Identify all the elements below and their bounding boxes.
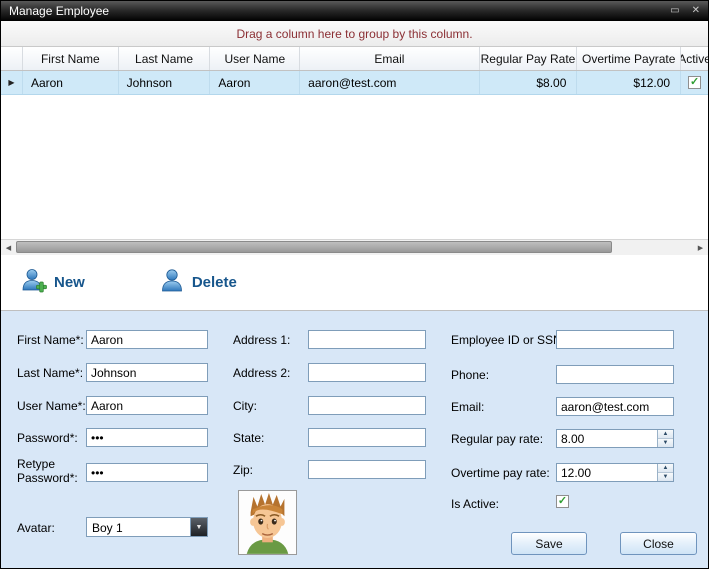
grid-empty-area <box>1 95 708 239</box>
employee-form: First Name*: Last Name*: User Name*: Pas… <box>1 311 708 568</box>
group-by-panel[interactable]: Drag a column here to group by this colu… <box>1 21 708 47</box>
avatar-dropdown-value: Boy 1 <box>87 518 190 536</box>
maximize-icon[interactable]: ▭ <box>670 6 679 16</box>
spin-up-icon[interactable]: ▲ <box>658 464 673 473</box>
delete-button[interactable]: Delete <box>159 267 237 298</box>
new-button[interactable]: New <box>21 267 85 298</box>
cell-last-name: Johnson <box>119 71 211 94</box>
email-label: Email: <box>451 400 484 414</box>
delete-employee-icon <box>159 267 185 298</box>
horizontal-scrollbar[interactable]: ◀ ▶ <box>1 239 708 255</box>
email-field[interactable] <box>556 397 674 416</box>
column-header-overtime-payrate[interactable]: Overtime Payrate <box>577 47 681 70</box>
cell-user-name: Aaron <box>210 71 300 94</box>
overtime-pay-rate-label: Overtime pay rate: <box>451 466 550 480</box>
employee-id-field[interactable] <box>556 330 674 349</box>
zip-field[interactable] <box>308 460 426 479</box>
spin-up-icon[interactable]: ▲ <box>658 430 673 439</box>
state-label: State: <box>233 431 264 445</box>
delete-button-label: Delete <box>192 274 237 291</box>
window-title: Manage Employee <box>9 4 658 18</box>
is-active-label: Is Active: <box>451 497 499 511</box>
close-button[interactable]: Close <box>620 532 697 555</box>
column-header-active[interactable]: Active <box>681 47 708 70</box>
phone-field[interactable] <box>556 365 674 384</box>
address1-field[interactable] <box>308 330 426 349</box>
row-active-checkbox[interactable]: ✓ <box>688 76 701 89</box>
table-row[interactable]: ▶ Aaron Johnson Aaron aaron@test.com $8.… <box>1 71 708 95</box>
last-name-field[interactable] <box>86 363 208 382</box>
avatar-label: Avatar: <box>17 521 55 535</box>
row-indicator-cell: ▶ <box>1 71 23 94</box>
toolbar: New Delete <box>1 255 708 311</box>
phone-label: Phone: <box>451 368 489 382</box>
first-name-label: First Name*: <box>17 333 84 347</box>
retype-password-field[interactable] <box>86 463 208 482</box>
address2-label: Address 2: <box>233 366 290 380</box>
state-field[interactable] <box>308 428 426 447</box>
regular-pay-rate-stepper[interactable]: ▲ ▼ <box>556 429 674 448</box>
scroll-left-icon[interactable]: ◀ <box>1 240 16 255</box>
overtime-pay-rate-field[interactable] <box>557 464 657 481</box>
new-button-label: New <box>54 274 85 291</box>
scrollbar-track[interactable] <box>16 240 693 255</box>
cell-first-name: Aaron <box>23 71 119 94</box>
address1-label: Address 1: <box>233 333 290 347</box>
cell-regular-pay-rate: $8.00 <box>480 71 578 94</box>
retype-password-label: Retype Password*: <box>17 457 79 485</box>
save-button[interactable]: Save <box>511 532 587 555</box>
avatar-image <box>238 490 297 555</box>
new-employee-icon <box>21 267 47 298</box>
regular-pay-rate-label: Regular pay rate: <box>451 432 543 446</box>
city-field[interactable] <box>308 396 426 415</box>
manage-employee-window: Manage Employee ▭ ✕ Drag a column here t… <box>0 0 709 569</box>
cell-email: aaron@test.com <box>300 71 479 94</box>
user-name-label: User Name*: <box>17 399 86 413</box>
city-label: City: <box>233 399 257 413</box>
avatar-dropdown[interactable]: Boy 1 ▼ <box>86 517 208 537</box>
password-label: Password*: <box>17 431 78 445</box>
spin-down-icon[interactable]: ▼ <box>658 439 673 447</box>
scroll-right-icon[interactable]: ▶ <box>693 240 708 255</box>
column-header-email[interactable]: Email <box>300 47 479 70</box>
row-indicator-icon: ▶ <box>8 78 14 87</box>
cell-active: ✓ <box>681 71 708 94</box>
column-header-last-name[interactable]: Last Name <box>119 47 211 70</box>
row-indicator-header <box>1 47 23 70</box>
grid-header-row: First Name Last Name User Name Email Reg… <box>1 47 708 71</box>
password-field[interactable] <box>86 428 208 447</box>
title-bar: Manage Employee ▭ ✕ <box>1 1 708 21</box>
regular-pay-rate-field[interactable] <box>557 430 657 447</box>
group-by-hint: Drag a column here to group by this colu… <box>236 27 472 41</box>
spin-down-icon[interactable]: ▼ <box>658 473 673 481</box>
close-icon[interactable]: ✕ <box>692 6 700 16</box>
scrollbar-thumb[interactable] <box>16 241 612 253</box>
is-active-checkbox[interactable]: ✓ <box>556 495 569 508</box>
column-header-first-name[interactable]: First Name <box>23 47 119 70</box>
cell-overtime-payrate: $12.00 <box>577 71 681 94</box>
chevron-down-icon[interactable]: ▼ <box>190 518 207 536</box>
user-name-field[interactable] <box>86 396 208 415</box>
column-header-regular-pay-rate[interactable]: Regular Pay Rate <box>480 47 578 70</box>
address2-field[interactable] <box>308 363 426 382</box>
zip-label: Zip: <box>233 463 253 477</box>
first-name-field[interactable] <box>86 330 208 349</box>
overtime-pay-rate-stepper[interactable]: ▲ ▼ <box>556 463 674 482</box>
employee-id-label: Employee ID or SSN: <box>451 333 565 347</box>
column-header-user-name[interactable]: User Name <box>210 47 300 70</box>
last-name-label: Last Name*: <box>17 366 83 380</box>
